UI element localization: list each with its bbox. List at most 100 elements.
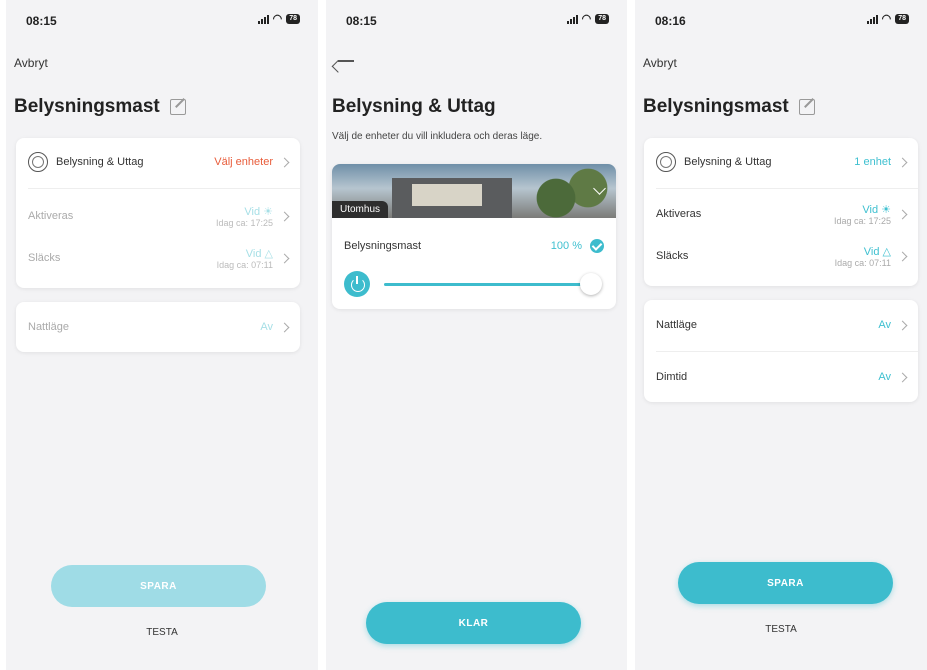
device-value: 100 % <box>550 240 582 252</box>
status-icons: ◠ 78 <box>566 12 609 25</box>
page-title: Belysning & Uttag <box>332 96 496 118</box>
signal-icon <box>566 14 578 24</box>
clock: 08:16 <box>655 14 686 28</box>
battery-icon: 78 <box>286 14 300 24</box>
page-title: Belysningsmast <box>14 96 186 118</box>
chevron-right-icon <box>897 209 908 219</box>
chevron-right-icon <box>897 320 908 330</box>
lighting-row[interactable]: Belysning & Uttag 1 enhet <box>656 150 908 174</box>
deactivate-value-text: Vid <box>245 247 262 260</box>
clock: 08:15 <box>346 14 377 28</box>
screen-3: 08:16 ◠ 78 Avbryt Belysningsmast Belysni… <box>635 0 927 670</box>
deactivate-value-text: Vid <box>863 245 880 258</box>
device-card: Utomhus Belysningsmast 100 % <box>332 164 616 309</box>
night-row[interactable]: Nattläge Av <box>28 315 290 339</box>
status-icons: ◠ 78 <box>257 12 300 25</box>
edit-icon[interactable] <box>169 99 186 115</box>
deactivate-sub: Idag ca: 07:11 <box>834 257 891 268</box>
night-value: Av <box>878 319 891 331</box>
schedule-card: Belysning & Uttag 1 enhet Aktiveras Vid … <box>644 138 918 286</box>
wifi-icon: ◠ <box>581 12 592 25</box>
lightbulb-icon <box>28 152 48 172</box>
night-card: Nattläge Av <box>16 302 300 352</box>
deactivate-row[interactable]: Släcks Vid △ Idag ca: 07:11 <box>656 242 908 270</box>
lightbulb-icon <box>656 152 676 172</box>
activate-row[interactable]: Aktiveras Vid ☀ Idag ca: 17:25 <box>656 200 908 228</box>
group-tag: Utomhus <box>332 201 389 218</box>
page-description: Välj de enheter du vill inkludera och de… <box>332 131 543 142</box>
chevron-right-icon <box>279 157 290 167</box>
cancel-link[interactable]: Avbryt <box>14 56 48 70</box>
status-icons: ◠ 78 <box>866 12 909 25</box>
deactivate-sub: Idag ca: 07:11 <box>216 259 273 270</box>
options-card: Nattläge Av Dimtid Av <box>644 300 918 402</box>
lighting-label: Belysning & Uttag <box>56 156 144 168</box>
signal-icon <box>257 14 269 24</box>
activate-sub: Idag ca: 17:25 <box>833 215 891 226</box>
wifi-icon: ◠ <box>881 12 892 25</box>
chevron-right-icon <box>279 211 290 221</box>
dim-row[interactable]: Dimtid Av <box>656 365 908 389</box>
signal-icon <box>866 14 878 24</box>
deactivate-value: Vid △ Idag ca: 07:11 <box>834 245 891 268</box>
checkmark-icon[interactable] <box>590 239 604 253</box>
deactivate-label: Släcks <box>28 252 61 264</box>
lighting-label: Belysning & Uttag <box>684 156 772 168</box>
title-text: Belysning & Uttag <box>332 96 496 117</box>
activate-value: Vid ☀ Idag ca: 17:25 <box>215 205 273 228</box>
chevron-right-icon <box>279 322 290 332</box>
night-label: Nattläge <box>28 321 69 333</box>
chevron-right-icon <box>279 253 290 263</box>
activate-label: Aktiveras <box>28 210 74 222</box>
wifi-icon: ◠ <box>272 12 283 25</box>
back-arrow-icon[interactable] <box>338 60 354 62</box>
lighting-value: Välj enheter <box>214 156 273 168</box>
power-icon[interactable] <box>344 271 370 297</box>
test-link[interactable]: TESTA <box>6 627 318 638</box>
deactivate-label: Släcks <box>656 250 689 262</box>
dim-value: Av <box>878 371 891 383</box>
deactivate-value: Vid △ Idag ca: 07:11 <box>216 247 273 270</box>
brightness-slider[interactable] <box>384 283 590 286</box>
night-value: Av <box>260 321 273 333</box>
battery-icon: 78 <box>595 14 609 24</box>
deactivate-row[interactable]: Släcks Vid △ Idag ca: 07:11 <box>28 244 290 272</box>
save-button[interactable]: SPARA <box>51 565 266 607</box>
title-text: Belysningsmast <box>643 96 789 117</box>
page-title: Belysningsmast <box>643 96 815 118</box>
edit-icon[interactable] <box>798 99 815 115</box>
house-image <box>392 178 512 218</box>
schedule-card: Belysning & Uttag Välj enheter Aktiveras… <box>16 138 300 288</box>
lighting-row[interactable]: Belysning & Uttag Välj enheter <box>28 150 290 174</box>
status-bar: 08:15 ◠ 78 <box>6 0 318 40</box>
status-bar: 08:16 ◠ 78 <box>635 0 927 40</box>
activate-value-text: Vid <box>244 205 261 218</box>
activate-row[interactable]: Aktiveras Vid ☀ Idag ca: 17:25 <box>28 202 290 230</box>
night-label: Nattläge <box>656 319 697 331</box>
test-link[interactable]: TESTA <box>635 624 927 635</box>
device-label: Belysningsmast <box>344 240 422 252</box>
done-button[interactable]: KLAR <box>366 602 581 644</box>
screen-2: 08:15 ◠ 78 Belysning & Uttag Välj de enh… <box>326 0 627 670</box>
divider <box>656 351 918 352</box>
chevron-right-icon <box>897 251 908 261</box>
activate-sub: Idag ca: 17:25 <box>215 217 273 228</box>
chevron-right-icon <box>897 157 908 167</box>
chevron-right-icon <box>897 372 908 382</box>
device-row[interactable]: Belysningsmast 100 % <box>344 234 604 258</box>
divider <box>28 188 300 189</box>
slider-thumb[interactable] <box>580 273 602 295</box>
battery-icon: 78 <box>895 14 909 24</box>
activate-label: Aktiveras <box>656 208 702 220</box>
cancel-link[interactable]: Avbryt <box>643 56 677 70</box>
status-bar: 08:15 ◠ 78 <box>326 0 627 40</box>
night-row[interactable]: Nattläge Av <box>656 313 908 337</box>
dim-label: Dimtid <box>656 371 688 383</box>
save-button[interactable]: SPARA <box>678 562 893 604</box>
title-text: Belysningsmast <box>14 96 160 117</box>
screen-1: 08:15 ◠ 78 Avbryt Belysningsmast Belysni… <box>6 0 318 670</box>
outdoor-image: Utomhus <box>332 164 616 218</box>
lighting-value: 1 enhet <box>854 156 891 168</box>
clock: 08:15 <box>26 14 57 28</box>
activate-value: Vid ☀ Idag ca: 17:25 <box>833 203 891 226</box>
